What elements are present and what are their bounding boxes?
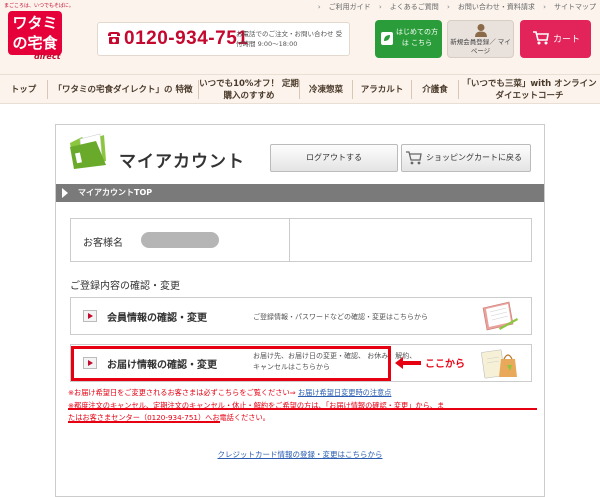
highlight-box bbox=[71, 346, 391, 381]
member-register-label: 新規会員登録／ マイページ bbox=[450, 38, 511, 55]
breadcrumb-arrow-icon bbox=[62, 188, 68, 198]
nav-item-care-food[interactable]: 介護食 bbox=[412, 75, 458, 104]
section-title: ご登録内容の確認・変更 bbox=[70, 281, 180, 292]
notebook-pen-icon bbox=[482, 301, 518, 331]
utility-link-guide[interactable]: › ご利用ガイド bbox=[318, 3, 371, 11]
page-title: マイアカウント bbox=[119, 152, 245, 172]
site-header: まごころは、いつでもそばに。 ワタミの宅食 direct › ご利用ガイド › よく… bbox=[0, 0, 600, 74]
callout-label: ここから bbox=[425, 359, 465, 370]
phone-number[interactable]: 0120-934-751 bbox=[124, 28, 248, 50]
customer-name-label: お客様名 bbox=[83, 238, 123, 249]
logout-button[interactable]: ログアウトする bbox=[270, 144, 398, 172]
credit-card-link[interactable]: クレジットカード情報の登録・変更はこちらから bbox=[56, 449, 544, 460]
member-info-title[interactable]: 会員情報の確認・変更 bbox=[107, 309, 207, 324]
logo-mark: ワタミの宅食 bbox=[8, 11, 62, 55]
phone-hours: お電話でのご注文・お問い合わせ 受付時間 9:00～18:00 bbox=[236, 30, 343, 48]
customer-box-divider bbox=[289, 219, 290, 261]
phone-box: 0120-934-751 お電話でのご注文・お問い合わせ 受付時間 9:00～1… bbox=[97, 22, 350, 56]
utility-link-contact[interactable]: › お問い合わせ・資料請求 bbox=[447, 3, 535, 11]
site-logo[interactable]: まごころは、いつでもそばに。 ワタミの宅食 direct bbox=[4, 2, 74, 68]
notice-line-2: ※都度注文のキャンセル、定期注文のキャンセル・休止・解約をご希望の方は、「お届け… bbox=[68, 400, 445, 410]
emphasis-underline bbox=[68, 421, 220, 423]
first-time-button[interactable]: はじめての方は こちら bbox=[375, 20, 442, 58]
global-nav: トップ 「ワタミの宅食ダイレクト」の 特徴 いつでも10%オフ！ 定期購入のすす… bbox=[0, 74, 600, 104]
cart-icon bbox=[533, 31, 549, 45]
utility-links: › ご利用ガイド › よくあるご質問 › お問い合わせ・資料請求 › サイトマップ bbox=[312, 2, 596, 12]
logo-sub: direct bbox=[34, 52, 61, 61]
nav-item-subscription[interactable]: いつでも10%オフ！ 定期購入のすすめ bbox=[199, 75, 299, 104]
member-register-button[interactable]: 新規会員登録／ マイページ bbox=[447, 20, 514, 58]
logo-tagline: まごころは、いつでもそばに。 bbox=[4, 3, 74, 9]
utility-link-sitemap[interactable]: › サイトマップ bbox=[543, 3, 596, 11]
utility-link-faq[interactable]: › よくあるご質問 bbox=[379, 3, 439, 11]
notice-text: ※お届け希望日をご変更されるお客さまは必ずこちらをご覧ください⇒ お届け希望日変… bbox=[68, 387, 538, 425]
cart-label: カート bbox=[553, 35, 581, 45]
customer-name-redacted bbox=[141, 232, 219, 248]
delivery-date-notes-link[interactable]: お届け希望日変更時の注意点 bbox=[298, 388, 391, 397]
breadcrumb: マイアカウントTOP bbox=[56, 184, 544, 202]
user-icon bbox=[475, 24, 487, 37]
emphasis-underline bbox=[68, 408, 537, 410]
first-time-label: はじめての方は こちら bbox=[396, 28, 438, 47]
play-arrow-icon bbox=[83, 310, 97, 322]
back-to-cart-label: ショッピングカートに戻る bbox=[426, 153, 522, 162]
member-info-row[interactable]: 会員情報の確認・変更 ご登録情報・パスワードなどの確認・変更はこちらから bbox=[70, 297, 532, 335]
customer-name-box: お客様名 bbox=[70, 218, 532, 262]
nav-item-top[interactable]: トップ bbox=[0, 75, 47, 104]
cart-button[interactable]: カート bbox=[520, 20, 591, 58]
phone-icon bbox=[108, 32, 120, 44]
breadcrumb-current: マイアカウントTOP bbox=[78, 188, 153, 197]
shopping-cart-icon bbox=[406, 151, 422, 165]
nav-item-features[interactable]: 「ワタミの宅食ダイレクト」の 特徴 bbox=[48, 75, 198, 104]
my-account-panel: マイアカウント ログアウトする ショッピングカートに戻る マイアカウントTOP … bbox=[55, 124, 545, 497]
back-to-cart-button[interactable]: ショッピングカートに戻る bbox=[401, 144, 531, 172]
member-info-desc: ご登録情報・パスワードなどの確認・変更はこちらから bbox=[253, 313, 428, 321]
nav-item-alacarte[interactable]: アラカルト bbox=[353, 75, 411, 104]
folder-icon bbox=[70, 133, 106, 169]
nav-item-frozen[interactable]: 冷凍惣菜 bbox=[300, 75, 352, 104]
leaf-icon bbox=[381, 32, 393, 45]
nav-item-diet-coach[interactable]: 「いつでも三菜」with オンラインダイエットコーチ bbox=[459, 75, 600, 104]
left-arrow-icon bbox=[395, 357, 421, 369]
notice-line-1: ※お届け希望日をご変更されるお客さまは必ずこちらをご覧ください⇒ お届け希望日変… bbox=[68, 388, 392, 397]
clipboard-bag-icon bbox=[481, 349, 517, 379]
